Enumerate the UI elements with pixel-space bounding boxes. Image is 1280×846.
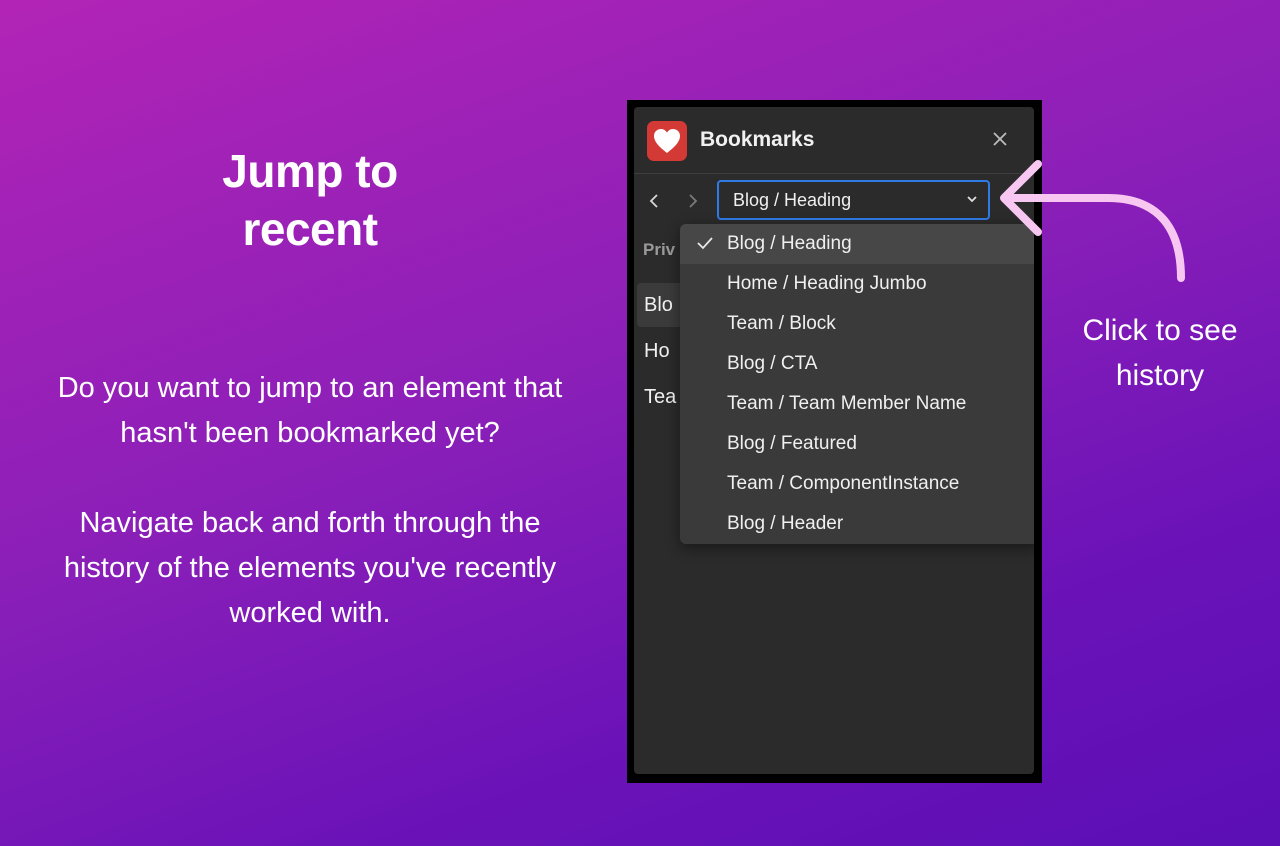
dropdown-item-label: Blog / Featured [727, 433, 857, 454]
app-logo [647, 121, 687, 161]
panel-title: Bookmarks [700, 128, 815, 151]
back-button[interactable] [642, 187, 666, 215]
headline-text: Jump to recent [222, 145, 398, 255]
history-select-value: Blog / Heading [733, 190, 852, 210]
description-paragraph-1: Do you want to jump to an element that h… [57, 372, 563, 449]
callout-text: Click to see history [1082, 314, 1238, 392]
dropdown-item-label: Team / Team Member Name [727, 393, 967, 414]
dropdown-item[interactable]: Home / Heading Jumbo [680, 264, 1034, 304]
screenshot-frame: Bookmarks Blog / Heading Priv Blo Ho Tea… [627, 100, 1042, 783]
dropdown-item-label: Blog / CTA [727, 353, 818, 374]
dropdown-item[interactable]: Team / Block [680, 304, 1034, 344]
dropdown-item-label: Home / Heading Jumbo [727, 273, 927, 294]
dropdown-item[interactable]: Blog / Header [680, 504, 1034, 544]
chevron-left-icon [649, 194, 658, 208]
dropdown-item[interactable]: Team / ComponentInstance [680, 464, 1034, 504]
section-label: Priv [643, 240, 676, 259]
panel-titlebar: Bookmarks [634, 107, 1034, 174]
dropdown-item[interactable]: Team / Team Member Name [680, 384, 1034, 424]
dropdown-item-label: Team / ComponentInstance [727, 473, 960, 494]
headline: Jump to recent [160, 142, 460, 258]
dropdown-item[interactable]: Blog / Featured [680, 424, 1034, 464]
history-dropdown: Blog / Heading Home / Heading Jumbo Team… [680, 224, 1034, 544]
bookmark-item-label: Ho [644, 340, 670, 362]
chevron-right-icon [689, 194, 698, 208]
bookmark-item-label: Blo [644, 294, 673, 316]
heart-icon [654, 129, 680, 153]
description-paragraph-2: Navigate back and forth through the hist… [63, 507, 557, 629]
chevron-down-icon [967, 196, 977, 203]
dropdown-item-label: Team / Block [727, 313, 836, 334]
dropdown-item-label: Blog / Header [727, 513, 844, 534]
forward-button[interactable] [681, 187, 705, 215]
dropdown-item[interactable]: Blog / CTA [680, 344, 1034, 384]
close-button[interactable] [986, 125, 1014, 153]
dropdown-item[interactable]: Blog / Heading [680, 224, 1034, 264]
checkmark-icon [697, 237, 713, 250]
callout-arrow-icon [1000, 160, 1185, 282]
bookmarks-panel: Bookmarks Blog / Heading Priv Blo Ho Tea… [634, 107, 1034, 774]
history-select[interactable]: Blog / Heading [717, 180, 990, 220]
description: Do you want to jump to an element that h… [40, 366, 580, 681]
bookmark-item-label: Tea [644, 386, 677, 408]
close-icon [993, 132, 1007, 146]
dropdown-item-label: Blog / Heading [727, 233, 852, 254]
